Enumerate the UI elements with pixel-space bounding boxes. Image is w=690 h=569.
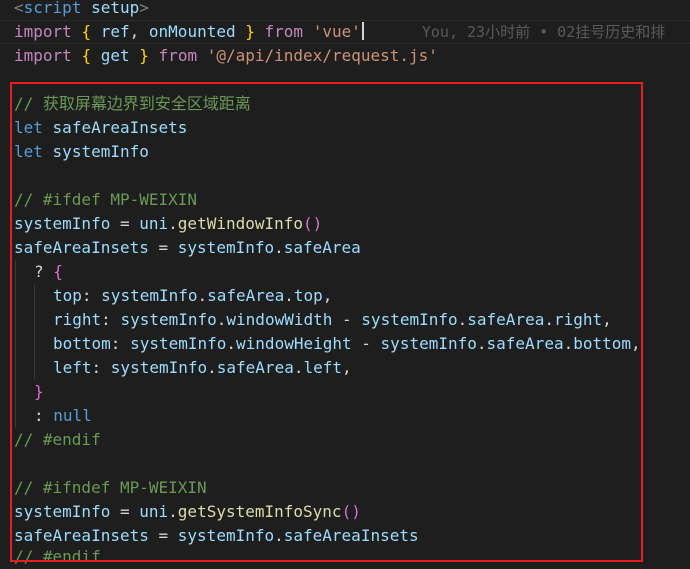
identifier: systemInfo (110, 358, 208, 377)
code-editor[interactable]: <script setup> import { ref, onMounted }… (0, 0, 690, 566)
identifier: systemInfo (177, 238, 275, 257)
tag-attr: setup (91, 0, 140, 17)
indent-guide (34, 284, 35, 380)
import-keyword: import (14, 22, 72, 41)
code-line-0[interactable]: <script setup> (14, 0, 149, 20)
identifier: safeAreaInsets (52, 118, 188, 137)
tag-name: script (23, 0, 82, 17)
tag-close: > (139, 0, 149, 17)
ternary-colon: : (34, 406, 44, 425)
code-line-8[interactable]: // #ifdef MP-WEIXIN (14, 188, 197, 212)
function-name: getSystemInfoSync (177, 502, 342, 521)
code-line-12[interactable]: top: systemInfo.safeArea.top, (53, 284, 332, 308)
property: safeArea (207, 286, 285, 305)
text-caret (361, 22, 364, 40)
brace: } (245, 22, 255, 41)
identifier: safeAreaInsets (14, 238, 149, 257)
operator: = (119, 502, 130, 521)
code-line-11[interactable]: ? { (34, 260, 63, 284)
identifier: systemInfo (14, 502, 111, 521)
identifier: systemInfo (120, 310, 217, 329)
operator: - (342, 310, 352, 329)
identifier: onMounted (148, 22, 236, 41)
from-keyword: from (264, 22, 304, 41)
identifier: ref (100, 22, 130, 41)
import-keyword: import (14, 46, 72, 65)
identifier: safeAreaInsets (14, 526, 149, 545)
property: safeArea (283, 238, 361, 257)
ternary-operator: ? (34, 262, 44, 281)
function-name: getWindowInfo (177, 214, 304, 233)
comma: , (129, 22, 140, 41)
brace: } (34, 382, 44, 401)
identifier: systemInfo (130, 334, 227, 353)
code-line-10[interactable]: safeAreaInsets = systemInfo.safeArea (14, 236, 361, 260)
code-line-5[interactable]: let safeAreaInsets (14, 116, 187, 140)
identifier: systemInfo (361, 310, 458, 329)
code-line-16[interactable]: } (34, 380, 44, 404)
brace: } (139, 46, 149, 65)
tag-open: < (14, 0, 24, 17)
identifier: systemInfo (101, 286, 198, 305)
object-key: right (53, 310, 102, 329)
property: safeArea (216, 358, 294, 377)
git-blame-annotation[interactable]: You, 23小时前 • 02挂号历史和排 (422, 23, 665, 41)
brace: { (53, 262, 63, 281)
code-line-9[interactable]: systemInfo = uni.getWindowInfo() (14, 212, 322, 236)
code-line-15[interactable]: left: systemInfo.safeArea.left, (53, 356, 352, 380)
string-literal: '@/api/index/request.js' (206, 46, 438, 65)
let-keyword: let (14, 118, 43, 137)
operator: = (158, 238, 169, 257)
code-line-6[interactable]: let systemInfo (14, 140, 149, 164)
property: top (293, 286, 323, 305)
property: safeArea (467, 310, 545, 329)
code-line-14[interactable]: bottom: systemInfo.windowHeight - system… (53, 332, 641, 356)
identifier: systemInfo (14, 214, 111, 233)
code-line-21[interactable]: systemInfo = uni.getSystemInfoSync() (14, 500, 361, 524)
code-line-1[interactable]: import { ref, onMounted } from 'vue' You,… (14, 20, 665, 44)
parens: () (341, 502, 361, 521)
brace: { (81, 46, 92, 65)
operator: = (158, 526, 169, 545)
brace: { (81, 22, 92, 41)
let-keyword: let (14, 142, 43, 161)
property: safeAreaInsets (283, 526, 419, 545)
object-key: left (53, 358, 92, 377)
indent-guide (15, 260, 16, 428)
code-line-2[interactable]: import { get } from '@/api/index/request… (14, 44, 438, 68)
code-line-18[interactable]: // #endif (14, 428, 101, 452)
code-line-23[interactable]: // #endif (14, 545, 101, 569)
identifier: systemInfo (177, 526, 275, 545)
code-line-13[interactable]: right: systemInfo.windowWidth - systemIn… (53, 308, 612, 332)
object-key: bottom (53, 334, 111, 353)
property: right (553, 310, 603, 329)
code-line-20[interactable]: // #ifndef MP-WEIXIN (14, 476, 207, 500)
property: safeArea (486, 334, 564, 353)
code-line-17[interactable]: : null (34, 404, 92, 428)
string-literal: 'vue' (312, 22, 361, 41)
object-key: top (53, 286, 82, 305)
code-line-4[interactable]: // 获取屏幕边界到安全区域距离 (14, 92, 251, 116)
property: windowHeight (236, 334, 352, 353)
identifier: uni (139, 502, 169, 521)
null-keyword: null (53, 406, 92, 425)
operator: = (119, 214, 130, 233)
property: windowWidth (226, 310, 333, 329)
identifier: systemInfo (52, 142, 149, 161)
operator: - (361, 334, 371, 353)
parens: () (303, 214, 323, 233)
property: bottom (573, 334, 632, 353)
identifier: uni (139, 214, 169, 233)
identifier: get (100, 46, 130, 65)
from-keyword: from (158, 46, 198, 65)
property: left (303, 358, 342, 377)
identifier: systemInfo (380, 334, 477, 353)
